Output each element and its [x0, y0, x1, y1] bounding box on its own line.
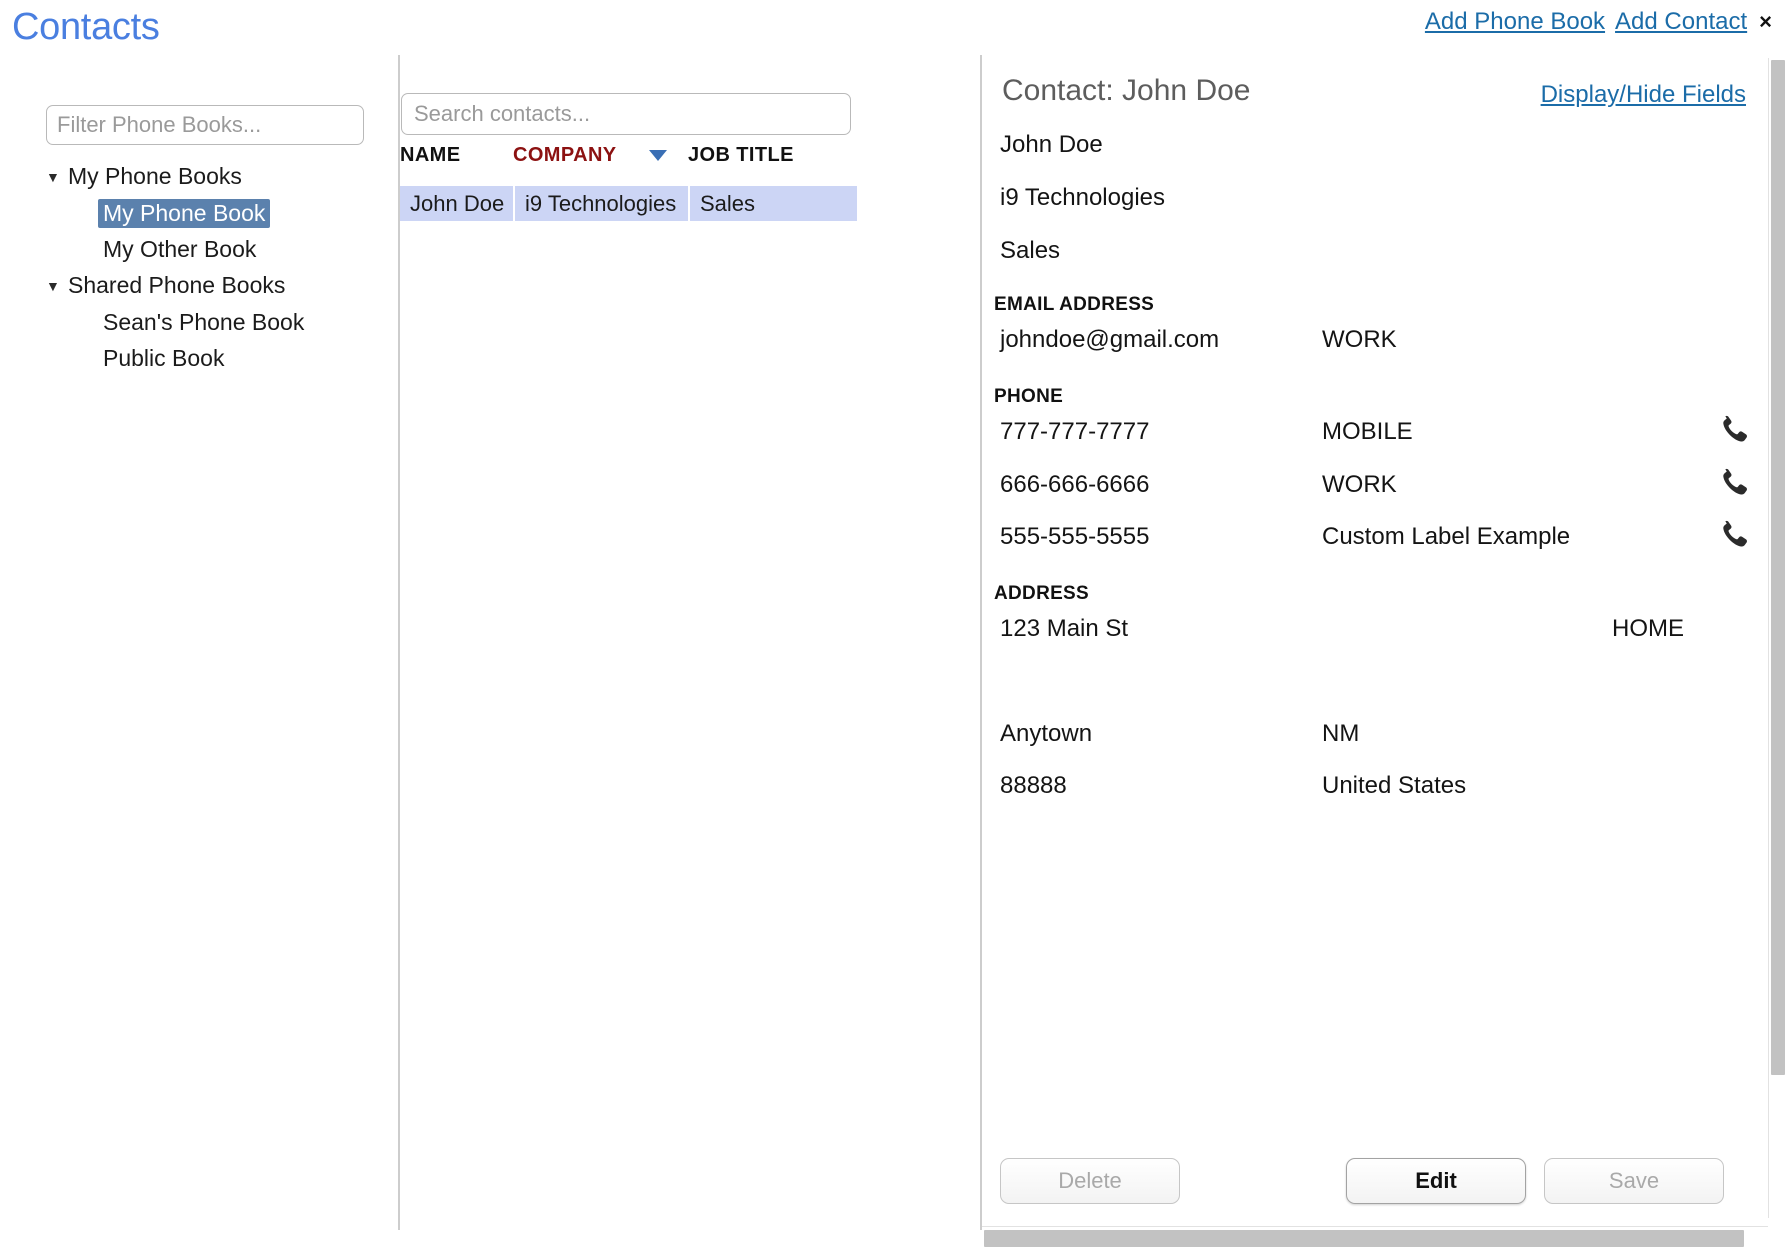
tree-item-label: My Other Book — [98, 235, 261, 264]
tree-item-label: Public Book — [98, 344, 229, 373]
add-phone-book-link[interactable]: Add Phone Book — [1425, 8, 1605, 36]
header-actions: Add Phone Book Add Contact × — [1425, 8, 1772, 36]
email-row: johndoe@gmail.com WORK — [982, 326, 1768, 358]
vertical-scrollbar[interactable] — [1768, 58, 1786, 1218]
phone-icon[interactable] — [1716, 518, 1750, 552]
phone-row: 555-555-5555 Custom Label Example — [982, 523, 1768, 555]
address-city: Anytown — [1000, 720, 1092, 748]
sidebar-item-public-book[interactable]: Public Book — [46, 340, 386, 376]
phone-value: 555-555-5555 — [1000, 523, 1149, 551]
sidebar-item-my-phone-book[interactable]: My Phone Book — [46, 195, 386, 231]
section-label-address: ADDRESS — [994, 583, 1089, 605]
column-header-name[interactable]: NAME — [400, 144, 461, 167]
app-header: Contacts Add Phone Book Add Contact × — [0, 0, 1786, 58]
phone-value: 777-777-7777 — [1000, 418, 1149, 446]
column-header-company[interactable]: COMPANY — [513, 144, 617, 167]
close-icon[interactable]: × — [1757, 11, 1772, 33]
tree-item-label: Sean's Phone Book — [98, 308, 309, 337]
tree-item-label: My Phone Book — [98, 199, 270, 228]
detail-job-title: Sales — [1000, 237, 1060, 265]
tree-group-label: My Phone Books — [68, 163, 242, 190]
phone-label: Custom Label Example — [1322, 523, 1570, 551]
address-state: NM — [1322, 720, 1359, 748]
tree-group-label: Shared Phone Books — [68, 272, 285, 299]
contacts-table-body: John Doe i9 Technologies Sales — [400, 186, 860, 221]
cell-company: i9 Technologies — [515, 186, 688, 221]
cell-job-title: Sales — [690, 186, 857, 221]
vertical-scrollbar-thumb[interactable] — [1771, 60, 1785, 1075]
address-type-label: HOME — [1612, 615, 1684, 643]
delete-button[interactable]: Delete — [1000, 1158, 1180, 1204]
phone-value: 666-666-6666 — [1000, 471, 1149, 499]
sidebar-item-my-other-book[interactable]: My Other Book — [46, 231, 386, 267]
search-contacts-input[interactable] — [401, 93, 851, 135]
sidebar-item-seans-phone-book[interactable]: Sean's Phone Book — [46, 304, 386, 340]
section-label-phone: PHONE — [994, 386, 1063, 408]
email-label: WORK — [1322, 326, 1397, 354]
email-value: johndoe@gmail.com — [1000, 326, 1219, 354]
address-postal-code: 88888 — [1000, 772, 1067, 800]
contacts-app: Contacts Add Phone Book Add Contact × ▼ … — [0, 0, 1786, 1250]
address-row-street: 123 Main St HOME — [982, 615, 1768, 647]
detail-name: John Doe — [1000, 131, 1103, 159]
filter-phone-books-input[interactable] — [46, 105, 364, 145]
contact-detail-title: Contact: John Doe — [1002, 74, 1250, 108]
cell-name: John Doe — [400, 186, 513, 221]
section-label-email: EMAIL ADDRESS — [994, 294, 1154, 316]
chevron-down-icon[interactable]: ▼ — [46, 170, 66, 184]
chevron-down-icon[interactable]: ▼ — [46, 279, 66, 293]
table-row[interactable]: John Doe i9 Technologies Sales — [400, 186, 860, 221]
address-row-city-state: Anytown NM — [982, 720, 1768, 752]
address-street: 123 Main St — [1000, 615, 1128, 643]
page-title: Contacts — [12, 6, 160, 49]
phone-books-tree: ▼ My Phone Books My Phone Book My Other … — [46, 158, 386, 376]
display-hide-fields-link[interactable]: Display/Hide Fields — [1541, 81, 1746, 109]
save-button[interactable]: Save — [1544, 1158, 1724, 1204]
address-country: United States — [1322, 772, 1466, 800]
sort-descending-icon[interactable] — [649, 150, 667, 161]
tree-group-shared-phone-books[interactable]: ▼ Shared Phone Books — [46, 267, 386, 304]
horizontal-scrollbar-thumb[interactable] — [984, 1230, 1744, 1247]
phone-label: MOBILE — [1322, 418, 1413, 446]
contacts-list-pane: NAME COMPANY JOB TITLE John Doe i9 Techn… — [400, 58, 980, 1250]
phone-books-pane: ▼ My Phone Books My Phone Book My Other … — [0, 58, 398, 1250]
phone-row: 666-666-6666 WORK — [982, 471, 1768, 503]
phone-label: WORK — [1322, 471, 1397, 499]
horizontal-scrollbar[interactable] — [982, 1226, 1768, 1250]
add-contact-link[interactable]: Add Contact — [1615, 8, 1747, 36]
detail-actions-bar: Delete Edit Save — [982, 1158, 1768, 1214]
detail-company: i9 Technologies — [1000, 184, 1165, 212]
edit-button[interactable]: Edit — [1346, 1158, 1526, 1204]
tree-group-my-phone-books[interactable]: ▼ My Phone Books — [46, 158, 386, 195]
phone-row: 777-777-7777 MOBILE — [982, 418, 1768, 450]
address-row-postal-country: 88888 United States — [982, 772, 1768, 804]
phone-icon[interactable] — [1716, 413, 1750, 447]
contacts-table-header: NAME COMPANY JOB TITLE — [400, 144, 860, 178]
column-header-job-title[interactable]: JOB TITLE — [688, 144, 794, 167]
phone-icon[interactable] — [1716, 466, 1750, 500]
contact-detail-pane: Contact: John Doe Display/Hide Fields Jo… — [982, 58, 1768, 1250]
